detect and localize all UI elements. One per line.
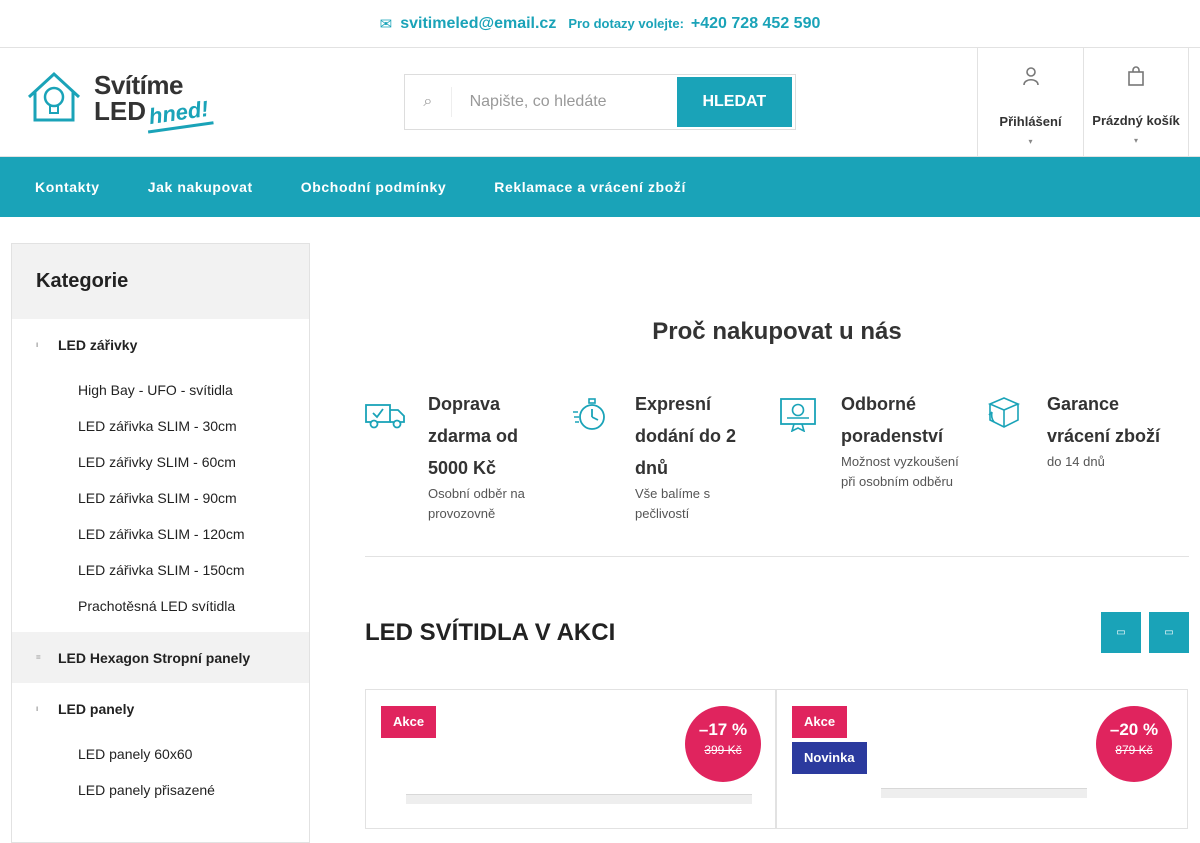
user-icon [978,66,1083,92]
logo[interactable]: Svítíme LED hned! [26,70,216,134]
product-card[interactable]: Akce –17 % 399 Kč [365,689,776,829]
category-led-panely[interactable]: ı LED panely [12,683,309,734]
why-us-title: Proč nakupovat u nás [652,318,902,345]
carousel-next-button[interactable]: ▭ [1149,612,1189,653]
benefit-title: Doprava zdarma od 5000 Kč [428,394,519,478]
search-icon: ⌕ [405,87,452,117]
stopwatch-icon [573,398,605,430]
logo-tagline: hned! [144,95,214,134]
subcategory-item[interactable]: LED zářivky SLIM - 60cm [12,444,309,480]
benefit-desc: Osobní odběr na provozovně [428,486,525,521]
sale-badge: Akce [381,706,437,738]
subcategory-item[interactable]: LED zářivka SLIM - 30cm [12,408,309,444]
nav-item-jak-nakupovat[interactable]: Jak nakupovat [148,179,253,195]
search-box: ⌕ HLEDAT [404,74,796,130]
section-divider [365,556,1189,557]
collapse-icon[interactable]: ı [36,704,58,713]
contact-phone-link[interactable]: +420 728 452 590 [691,15,820,33]
benefit-title: Odborné poradenství [841,394,944,446]
subcategory-item[interactable]: LED panely přisazené [12,772,309,808]
subcategory-item[interactable]: LED zářivka SLIM - 150cm [12,552,309,588]
product-image[interactable] [406,794,752,804]
main-nav: Kontakty Jak nakupovat Obchodní podmínky… [0,157,1200,217]
category-led-hexagon[interactable]: = LED Hexagon Stropní panely [12,632,309,683]
benefit-title: Garance vrácení zboží [1047,394,1161,446]
discount-percent: –17 % [698,720,748,739]
new-badge: Novinka [792,742,867,774]
logo-text-line2: LED [94,96,146,126]
subcategory-list: High Bay - UFO - svítidla LED zářivka SL… [12,370,309,632]
house-bulb-icon [27,71,81,122]
subcategory-item[interactable]: High Bay - UFO - svítidla [12,372,309,408]
search-button[interactable]: HLEDAT [676,77,792,127]
cart-label: Prázdný košík [1092,113,1180,128]
nav-item-obchodni-podminky[interactable]: Obchodní podmínky [301,179,447,195]
subcategory-item[interactable]: LED panely 60x60 [12,736,309,772]
expand-icon[interactable]: = [36,653,58,662]
envelope-icon: ✉ [379,15,393,33]
nav-item-kontakty[interactable]: Kontakty [35,179,100,195]
subcategory-list: LED panely 60x60 LED panely přisazené [12,734,309,816]
contact-email-link[interactable]: svitimeled@email.cz [400,15,556,33]
cart-button[interactable]: Prázdný košík ▾ [1083,48,1189,156]
discount-badge: –20 % 879 Kč [1096,706,1172,782]
product-image[interactable] [881,788,1087,798]
benefit-desc: Vše balíme s pečlivostí [635,486,711,521]
cart-icon [1084,66,1188,92]
login-label: Přihlášení [999,114,1062,129]
category-label: LED zářivky [58,336,138,353]
benefit-title: Expresní dodání do 2 dnů [635,394,736,478]
discount-badge: –17 % 399 Kč [685,706,761,782]
nav-item-reklamace[interactable]: Reklamace a vrácení zboží [494,179,686,195]
benefit-desc: Možnost vyzkoušení při osobním odběru [841,454,959,489]
category-label: LED panely [58,700,135,717]
subcategory-item[interactable]: LED zářivka SLIM - 90cm [12,480,309,516]
category-led-zarivky[interactable]: ı LED zářivky [12,319,309,370]
product-card[interactable]: Akce Novinka –20 % 879 Kč [776,689,1188,829]
collapse-icon[interactable]: ı [36,340,58,349]
subcategory-item[interactable]: Prachotěsná LED svítidla [12,588,309,624]
box-return-icon [987,397,1021,428]
carousel-prev-button[interactable]: ▭ [1101,612,1141,653]
benefit-desc: do 14 dnů [1047,454,1105,469]
certificate-icon [780,398,816,432]
chevron-down-icon: ▾ [1133,136,1138,145]
old-price: 399 Kč [704,743,742,757]
sidebar-title: Kategorie [12,244,309,319]
search-input[interactable] [451,75,677,129]
contact-ask-label: Pro dotazy volejte: [568,16,684,31]
login-button[interactable]: Přihlášení ▾ [977,48,1083,156]
truck-icon [365,404,405,429]
top-bar: ✉ svitimeled@email.cz Pro dotazy volejte… [0,0,1200,48]
category-label: LED Hexagon Stropní panely [58,649,251,666]
sale-badge: Akce [792,706,848,738]
chevron-down-icon: ▾ [1028,137,1033,146]
sale-section-title: LED SVÍTIDLA V AKCI [365,619,616,646]
old-price: 879 Kč [1115,743,1153,757]
category-sidebar: Kategorie ı LED zářivky High Bay - UFO -… [11,243,310,843]
header: Svítíme LED hned! ⌕ HLEDAT Přihlášení ▾ … [0,48,1200,157]
subcategory-item[interactable]: LED zářivka SLIM - 120cm [12,516,309,552]
discount-percent: –20 % [1109,720,1159,739]
